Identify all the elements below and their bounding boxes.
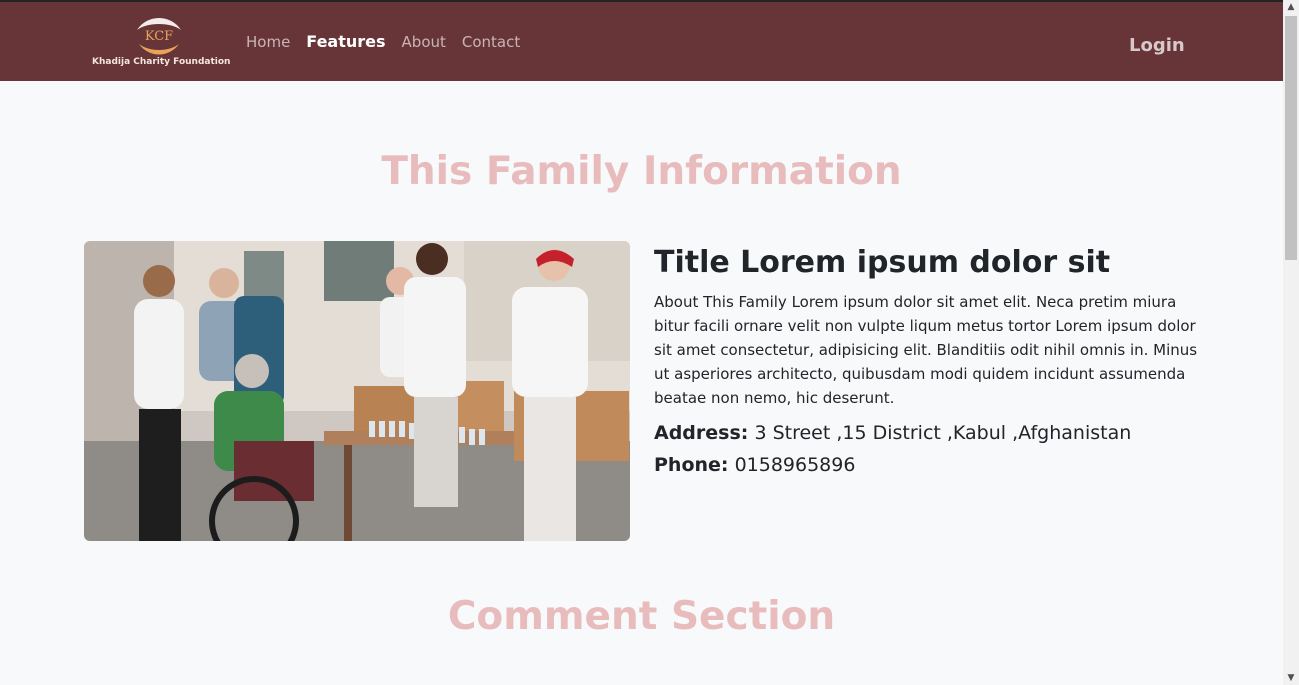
comment-section-heading: Comment Section [447, 594, 836, 639]
address-label: Address: [654, 422, 749, 444]
family-about-text: About This Family Lorem ipsum dolor sit … [654, 293, 1198, 407]
family-title: Title Lorem ipsum dolor sit [654, 245, 1111, 280]
family-info-panel: Title Lorem ipsum dolor sit About This F… [654, 245, 1199, 481]
family-info-heading: This Family Information [381, 149, 902, 194]
nav-about-link[interactable]: About [402, 33, 446, 51]
phone-value: 0158965896 [734, 454, 856, 476]
kcf-logo-icon: KCF [137, 18, 181, 55]
family-photo [84, 241, 630, 541]
chevron-down-icon[interactable]: ▼ [1283, 671, 1299, 685]
address-value: 3 Street ,15 District ,Kabul ,Afghanista… [754, 422, 1132, 444]
nav-contact-link[interactable]: Contact [462, 33, 520, 51]
phone-line: Phone: 0158965896 [654, 449, 1199, 481]
chevron-up-icon[interactable]: ▲ [1283, 0, 1299, 14]
logo-text: KCF [145, 29, 173, 44]
nav-links: Home Features About Contact [246, 32, 536, 51]
nav-home-link[interactable]: Home [246, 33, 290, 51]
login-link[interactable]: Login [1129, 35, 1185, 56]
brand-logo-link[interactable]: KCF Khadija Charity Foundation [92, 12, 231, 72]
address-line: Address: 3 Street ,15 District ,Kabul ,A… [654, 417, 1199, 449]
volunteers-photo-image [84, 241, 630, 541]
navbar: KCF Khadija Charity Foundation Home Feat… [0, 2, 1283, 81]
phone-label: Phone: [654, 454, 729, 476]
vertical-scrollbar[interactable]: ▲ ▼ [1283, 0, 1299, 685]
nav-features-link[interactable]: Features [306, 32, 385, 51]
brand-name: Khadija Charity Foundation [92, 57, 231, 67]
scrollbar-thumb[interactable] [1285, 16, 1297, 260]
